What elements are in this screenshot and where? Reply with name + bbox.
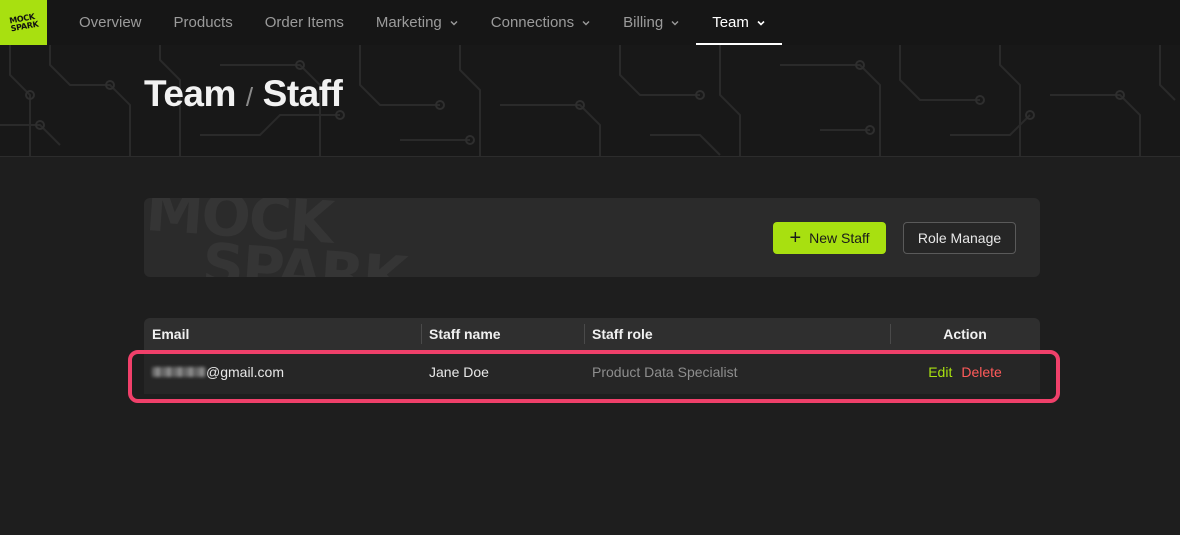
nav-item-label: Team	[712, 14, 749, 31]
nav-item-label: Billing	[623, 14, 664, 31]
page-header: Team / Staff	[0, 45, 1180, 157]
nav-item-label: Marketing	[375, 14, 442, 31]
delete-link[interactable]: Delete	[961, 364, 1001, 380]
nav-item-connections[interactable]: Connections	[475, 0, 607, 45]
nav-item-team[interactable]: Team	[696, 0, 782, 45]
brand-logo-text: MOCK SPARK	[8, 11, 39, 33]
column-header-action: Action	[890, 318, 1040, 350]
cell-staff-role: Product Data Specialist	[592, 364, 738, 380]
nav-item-label: Connections	[490, 14, 575, 31]
nav-item-order-items[interactable]: Order Items	[249, 0, 360, 45]
role-manage-label: Role Manage	[917, 230, 1002, 246]
chevron-down-icon	[449, 18, 459, 28]
redacted-email-prefix	[152, 367, 206, 377]
nav-item-products[interactable]: Products	[158, 0, 249, 45]
top-nav: MOCK SPARK Overview Products Order Items…	[0, 0, 1180, 45]
chevron-down-icon	[756, 18, 766, 28]
new-staff-button[interactable]: + New Staff	[773, 222, 886, 254]
nav-item-billing[interactable]: Billing	[607, 0, 696, 45]
actions-toolbar: MOCK SPARK + New Staff Role Manage	[144, 198, 1040, 277]
brand-logo[interactable]: MOCK SPARK	[0, 0, 47, 45]
column-header-staff-role: Staff role	[584, 318, 890, 350]
nav-item-label: Overview	[79, 14, 142, 31]
cell-action: Edit Delete	[890, 364, 1040, 380]
breadcrumb: Team / Staff	[144, 73, 343, 115]
nav-item-label: Products	[173, 14, 233, 31]
cell-email: @gmail.com	[144, 364, 421, 380]
staff-table: Email Staff name Staff role Action @gmai…	[144, 318, 1040, 394]
breadcrumb-parent[interactable]: Team	[144, 73, 236, 115]
nav-item-overview[interactable]: Overview	[63, 0, 158, 45]
column-header-email: Email	[152, 326, 190, 342]
brand-watermark: MOCK SPARK	[144, 198, 408, 277]
page-title: Staff	[262, 73, 343, 114]
nav-item-label: Order Items	[264, 14, 344, 31]
table-header: Email Staff name Staff role Action	[144, 318, 1040, 350]
plus-icon: +	[789, 227, 802, 249]
chevron-down-icon	[670, 18, 680, 28]
new-staff-label: New Staff	[809, 230, 870, 246]
edit-link[interactable]: Edit	[928, 364, 952, 380]
role-manage-button[interactable]: Role Manage	[903, 222, 1016, 254]
table-row: @gmail.com Jane Doe Product Data Special…	[144, 350, 1040, 394]
nav-items: Overview Products Order Items Marketing …	[63, 0, 782, 45]
column-header-staff-name: Staff name	[421, 318, 584, 350]
breadcrumb-separator: /	[245, 82, 253, 112]
email-domain: @gmail.com	[206, 364, 285, 380]
cell-staff-name: Jane Doe	[429, 364, 489, 380]
chevron-down-icon	[581, 18, 591, 28]
nav-item-marketing[interactable]: Marketing	[360, 0, 475, 45]
